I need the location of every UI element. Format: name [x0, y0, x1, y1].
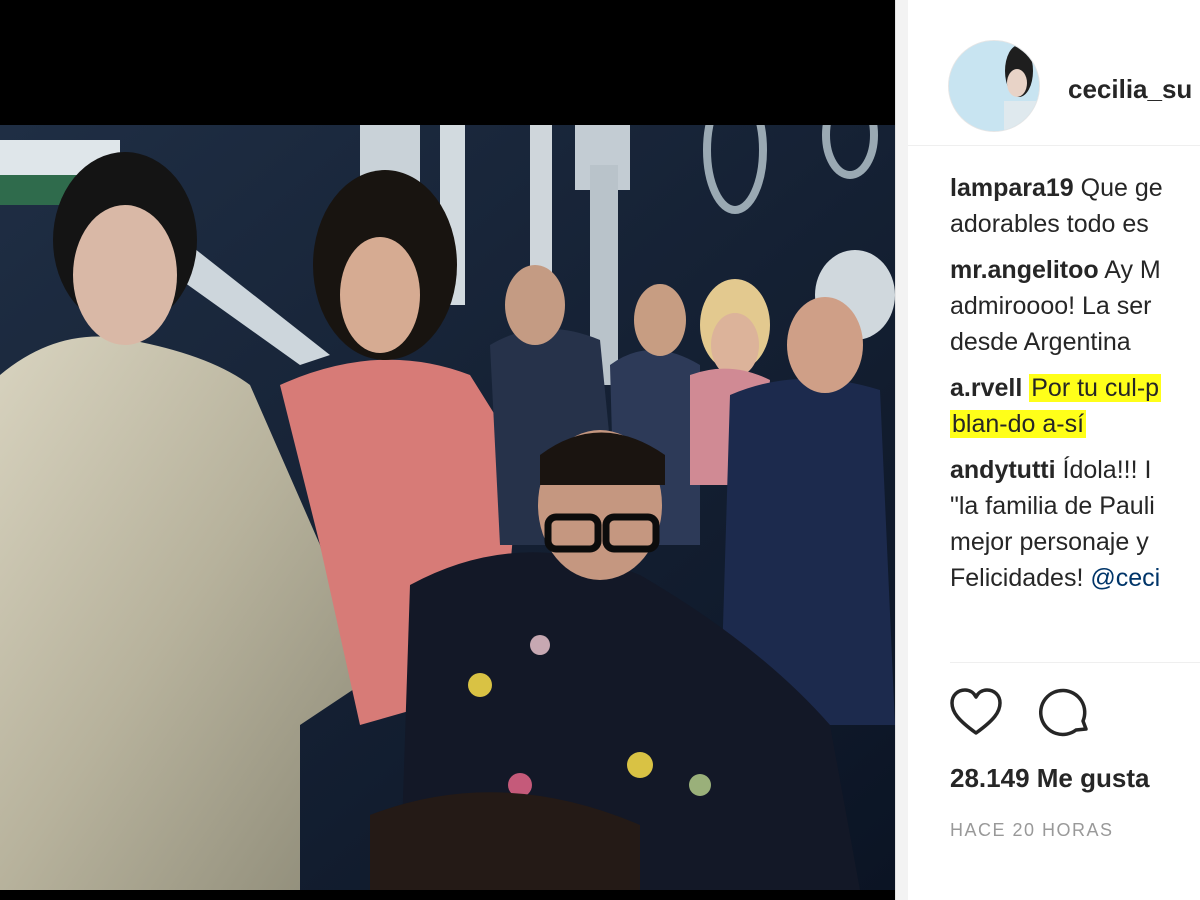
post-username[interactable]: cecilia_su	[1068, 74, 1192, 105]
heart-icon[interactable]	[948, 685, 1004, 741]
comment-item: andytutti Ídola!!! I "la familia de Paul…	[950, 452, 1200, 596]
like-count[interactable]: 28.149 Me gusta	[950, 763, 1149, 794]
comment-username[interactable]: lampara19	[950, 174, 1074, 202]
comment-item: mr.angelitoo Ay M admiroooo! La ser desd…	[950, 252, 1200, 360]
post-sidebar: cecilia_su lampara19 Que ge adorables to…	[908, 0, 1200, 900]
post-photo-panel	[0, 0, 895, 900]
speech-bubble-icon[interactable]	[1038, 685, 1094, 741]
comment-text: mejor personaje y	[950, 528, 1149, 556]
comment-text: Felicidades!	[950, 564, 1084, 592]
mention-link[interactable]: @ceci	[1090, 564, 1160, 592]
comment-text: desde Argentina	[950, 328, 1131, 356]
post-photo[interactable]	[0, 125, 895, 890]
comment-item: lampara19 Que ge adorables todo es	[950, 170, 1200, 242]
comment-text: "la familia de Pauli	[950, 492, 1155, 520]
post-timestamp: HACE 20 HORAS	[950, 820, 1114, 840]
actions-divider	[950, 662, 1200, 663]
panel-divider	[895, 0, 908, 900]
highlighted-comment-text: Por tu cul-p	[1029, 374, 1162, 402]
comment-username[interactable]: a.rvell	[950, 374, 1022, 402]
comment-username[interactable]: andytutti	[950, 456, 1056, 484]
avatar[interactable]	[948, 40, 1040, 132]
comment-text: adorables todo es	[950, 210, 1149, 238]
comment-text: Que ge	[1080, 174, 1163, 202]
highlighted-comment-text: blan-do a-sí	[950, 410, 1087, 438]
comment-username[interactable]: mr.angelitoo	[950, 256, 1099, 284]
comment-item: a.rvell Por tu cul-p blan-do a-sí	[950, 370, 1200, 442]
post-header: cecilia_su	[908, 30, 1200, 146]
comment-text: Ídola!!! I	[1062, 456, 1152, 484]
comments-list: lampara19 Que ge adorables todo es mr.an…	[950, 170, 1200, 606]
comment-text: Ay M	[1104, 256, 1161, 284]
comment-text: admiroooo! La ser	[950, 292, 1152, 320]
